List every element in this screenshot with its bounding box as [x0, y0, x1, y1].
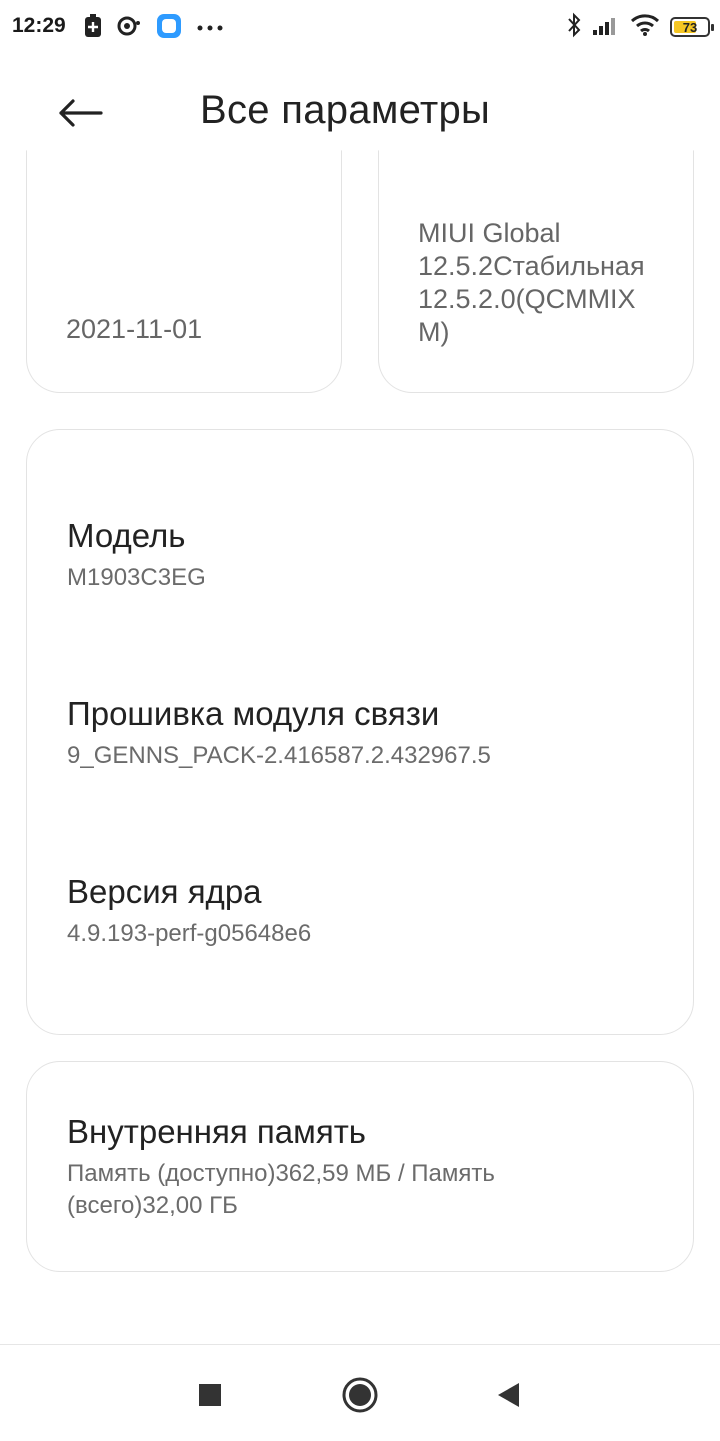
baseband-row[interactable]: Прошивка модуля связи 9_GENNS_PACK-2.416… [67, 694, 491, 772]
arrow-left-icon [59, 99, 103, 127]
recent-apps-icon [199, 1384, 221, 1406]
home-button[interactable] [340, 1375, 380, 1415]
sync-icon [116, 15, 142, 42]
recent-apps-button[interactable] [190, 1375, 230, 1415]
nav-back-button[interactable] [488, 1375, 528, 1415]
status-time: 12:29 [12, 14, 66, 37]
model-title: Модель [67, 517, 186, 554]
status-right-icons: 73 [566, 12, 714, 43]
back-button[interactable] [50, 86, 110, 140]
miui-version-value: MIUI Global 12.5.2Стабильная 12.5.2.0(QC… [418, 218, 645, 347]
battery-saver-icon [84, 13, 102, 43]
page-title: Все параметры [200, 88, 491, 132]
more-dots-icon [196, 19, 224, 37]
status-bar: 12:29 73 [0, 0, 720, 56]
wifi-icon [630, 13, 660, 42]
baseband-title: Прошивка модуля связи [67, 695, 440, 732]
storage-title: Внутренняя память [67, 1113, 366, 1150]
battery-icon: 73 [670, 17, 714, 37]
storage-value: Память (доступно)362,59 МБ / Память (все… [67, 1160, 495, 1219]
storage-row: Внутренняя память Память (доступно)362,5… [67, 1112, 607, 1222]
kernel-title: Версия ядра [67, 873, 262, 910]
security-update-value: 2021-11-01 [66, 314, 203, 344]
navigation-bar [0, 1344, 720, 1441]
app-notification-icon [156, 13, 182, 44]
bluetooth-icon [566, 12, 582, 43]
storage-card[interactable]: Внутренняя память Память (доступно)362,5… [26, 1061, 694, 1272]
model-value: M1903C3EG [67, 564, 206, 591]
kernel-row[interactable]: Версия ядра 4.9.193-perf-g05648e6 [67, 872, 311, 950]
security-update-card[interactable]: 2021-11-01 [26, 150, 342, 393]
signal-icon [592, 14, 620, 41]
home-icon [342, 1377, 378, 1413]
battery-level: 73 [682, 19, 698, 35]
baseband-value: 9_GENNS_PACK-2.416587.2.432967.5 [67, 742, 491, 769]
miui-version-card[interactable]: MIUI Global 12.5.2Стабильная 12.5.2.0(QC… [378, 150, 694, 393]
device-info-card: Модель M1903C3EG Прошивка модуля связи 9… [26, 429, 694, 1035]
model-row[interactable]: Модель M1903C3EG [67, 516, 206, 594]
kernel-value: 4.9.193-perf-g05648e6 [67, 920, 312, 947]
back-icon [498, 1383, 519, 1407]
status-left-icons [84, 13, 224, 44]
